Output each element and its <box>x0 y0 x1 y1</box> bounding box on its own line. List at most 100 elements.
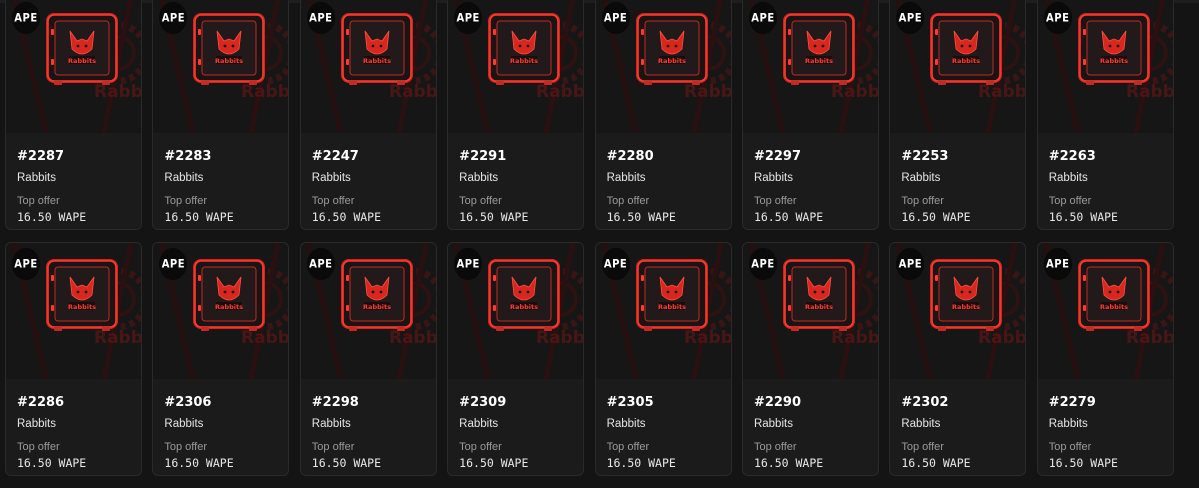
svg-text:Rabbits: Rabbits <box>536 82 583 102</box>
nft-card[interactable]: Rabbits Rabbits APE <box>299 242 437 476</box>
nft-card[interactable]: Rabbits Rabbits APE <box>594 242 732 476</box>
collection-name[interactable]: Rabbits <box>17 170 130 186</box>
nft-image[interactable]: Rabbits Rabbits APE <box>153 243 289 379</box>
nft-image[interactable]: Rabbits Rabbits APE <box>6 243 141 379</box>
ape-chain-icon: APE <box>12 247 40 281</box>
token-id[interactable]: #2290 <box>754 394 867 412</box>
svg-text:Rabbits: Rabbits <box>363 303 391 311</box>
token-id[interactable]: #2287 <box>17 148 130 166</box>
collection-name[interactable]: Rabbits <box>901 170 1014 186</box>
collection-name[interactable]: Rabbits <box>901 416 1014 432</box>
collection-name[interactable]: Rabbits <box>17 416 130 432</box>
nft-image[interactable]: Rabbits Rabbits APE <box>1037 0 1173 133</box>
nft-image[interactable]: Rabbits Rabbits APE <box>448 0 584 133</box>
ape-chain-icon: APE <box>896 247 925 281</box>
nft-card[interactable]: Rabbits Rabbits APE <box>299 0 437 230</box>
ape-chain-icon: APE <box>601 1 630 35</box>
collection-name[interactable]: Rabbits <box>607 170 720 186</box>
top-offer-price: 16.50 WAPE <box>606 456 676 470</box>
nft-card[interactable]: Rabbits Rabbits APE <box>1036 242 1174 476</box>
nft-image[interactable]: Rabbits Rabbits APE <box>595 243 731 379</box>
ape-badge-label: APE <box>751 257 775 271</box>
nft-card[interactable]: Rabbits Rabbits APE <box>152 0 290 230</box>
ape-chain-icon: APE <box>306 1 335 35</box>
collection-name[interactable]: Rabbits <box>754 416 867 432</box>
nft-image[interactable]: Rabbits Rabbits APE <box>742 0 878 133</box>
top-offer-label: Top offer <box>753 195 797 207</box>
nft-card[interactable]: Rabbits Rabbits APE <box>152 242 290 476</box>
token-id[interactable]: #2253 <box>901 148 1014 166</box>
nft-card[interactable]: Rabbits Rabbits APE <box>447 242 585 476</box>
svg-text:Rabbits: Rabbits <box>978 82 1025 102</box>
ape-chain-icon: APE <box>601 247 630 281</box>
ape-chain-icon: APE <box>159 247 188 281</box>
collection-name[interactable]: Rabbits <box>754 170 867 186</box>
top-offer-price: 16.50 WAPE <box>1048 456 1118 470</box>
token-id[interactable]: #2305 <box>607 394 720 412</box>
svg-text:Rabbits: Rabbits <box>952 303 980 311</box>
nft-card[interactable]: Rabbits Rabbits APE <box>889 0 1027 230</box>
svg-text:Rabbits: Rabbits <box>389 328 436 348</box>
nft-image[interactable]: Rabbits Rabbits APE <box>6 0 141 133</box>
token-id[interactable]: #2283 <box>164 148 277 166</box>
collection-name[interactable]: Rabbits <box>607 416 720 432</box>
top-offer-price: 16.50 WAPE <box>459 210 529 224</box>
token-id[interactable]: #2297 <box>754 148 867 166</box>
svg-text:Rabbits: Rabbits <box>658 303 686 311</box>
ape-chain-icon: APE <box>159 1 188 35</box>
svg-text:Rabbits: Rabbits <box>805 57 833 65</box>
svg-text:Rabbits: Rabbits <box>536 328 583 348</box>
collection-name[interactable]: Rabbits <box>312 170 425 186</box>
ape-chain-icon: APE <box>12 1 40 35</box>
token-id[interactable]: #2309 <box>459 394 572 412</box>
collection-name[interactable]: Rabbits <box>459 170 572 186</box>
ape-badge-label: APE <box>456 11 480 25</box>
top-offer-label: Top offer <box>901 195 944 207</box>
svg-text:Rabbits: Rabbits <box>658 57 686 65</box>
nft-card[interactable]: Rabbits Rabbits APE <box>5 242 142 476</box>
nft-image[interactable]: Rabbits Rabbits APE <box>448 243 584 379</box>
nft-image[interactable]: Rabbits Rabbits APE <box>595 0 731 133</box>
ape-badge-label: APE <box>161 11 186 25</box>
token-id[interactable]: #2279 <box>1049 394 1162 412</box>
nft-card[interactable]: Rabbits Rabbits APE <box>1036 0 1174 230</box>
nft-card[interactable]: Rabbits Rabbits APE <box>5 0 142 230</box>
nft-card-info: #2247 Rabbits Top offer 16.50 WAPE <box>301 133 436 225</box>
nft-card[interactable]: Rabbits Rabbits APE <box>594 0 732 230</box>
nft-card[interactable]: Rabbits Rabbits APE <box>889 242 1027 476</box>
token-id[interactable]: #2247 <box>312 148 425 166</box>
token-id[interactable]: #2286 <box>17 394 130 412</box>
collection-name[interactable]: Rabbits <box>312 416 425 432</box>
nft-image[interactable]: Rabbits Rabbits APE <box>300 0 436 133</box>
collection-name[interactable]: Rabbits <box>164 170 277 186</box>
ape-badge-label: APE <box>898 11 923 25</box>
nft-image[interactable]: Rabbits Rabbits APE <box>300 243 436 379</box>
nft-card[interactable]: Rabbits Rabbits APE <box>447 0 585 230</box>
top-offer-label: Top offer <box>901 441 944 453</box>
ape-chain-icon: APE <box>748 1 777 35</box>
nft-image[interactable]: Rabbits Rabbits APE <box>1037 243 1173 379</box>
token-id[interactable]: #2263 <box>1049 148 1162 166</box>
collection-name[interactable]: Rabbits <box>459 416 572 432</box>
nft-card[interactable]: Rabbits Rabbits APE <box>741 0 879 230</box>
ape-badge-label: APE <box>161 257 186 271</box>
svg-text:Rabbits: Rabbits <box>94 328 141 348</box>
token-id[interactable]: #2298 <box>312 394 425 412</box>
token-id[interactable]: #2302 <box>901 394 1014 412</box>
nft-image[interactable]: Rabbits Rabbits APE <box>742 243 878 379</box>
top-offer-price: 16.50 WAPE <box>311 210 382 224</box>
nft-image[interactable]: Rabbits Rabbits APE <box>890 0 1026 133</box>
token-id[interactable]: #2280 <box>607 148 720 166</box>
token-id[interactable]: #2291 <box>459 148 572 166</box>
ape-badge-label: APE <box>456 257 480 271</box>
nft-image[interactable]: Rabbits Rabbits APE <box>890 243 1026 379</box>
token-id[interactable]: #2306 <box>164 394 277 412</box>
collection-name[interactable]: Rabbits <box>164 416 277 432</box>
nft-image[interactable]: Rabbits Rabbits APE <box>153 0 289 133</box>
svg-text:Rabbits: Rabbits <box>215 57 243 65</box>
collection-name[interactable]: Rabbits <box>1049 416 1162 432</box>
svg-text:Rabbits: Rabbits <box>94 82 141 102</box>
top-offer-label: Top offer <box>17 441 60 453</box>
nft-card[interactable]: Rabbits Rabbits APE <box>741 242 879 476</box>
collection-name[interactable]: Rabbits <box>1049 170 1162 186</box>
